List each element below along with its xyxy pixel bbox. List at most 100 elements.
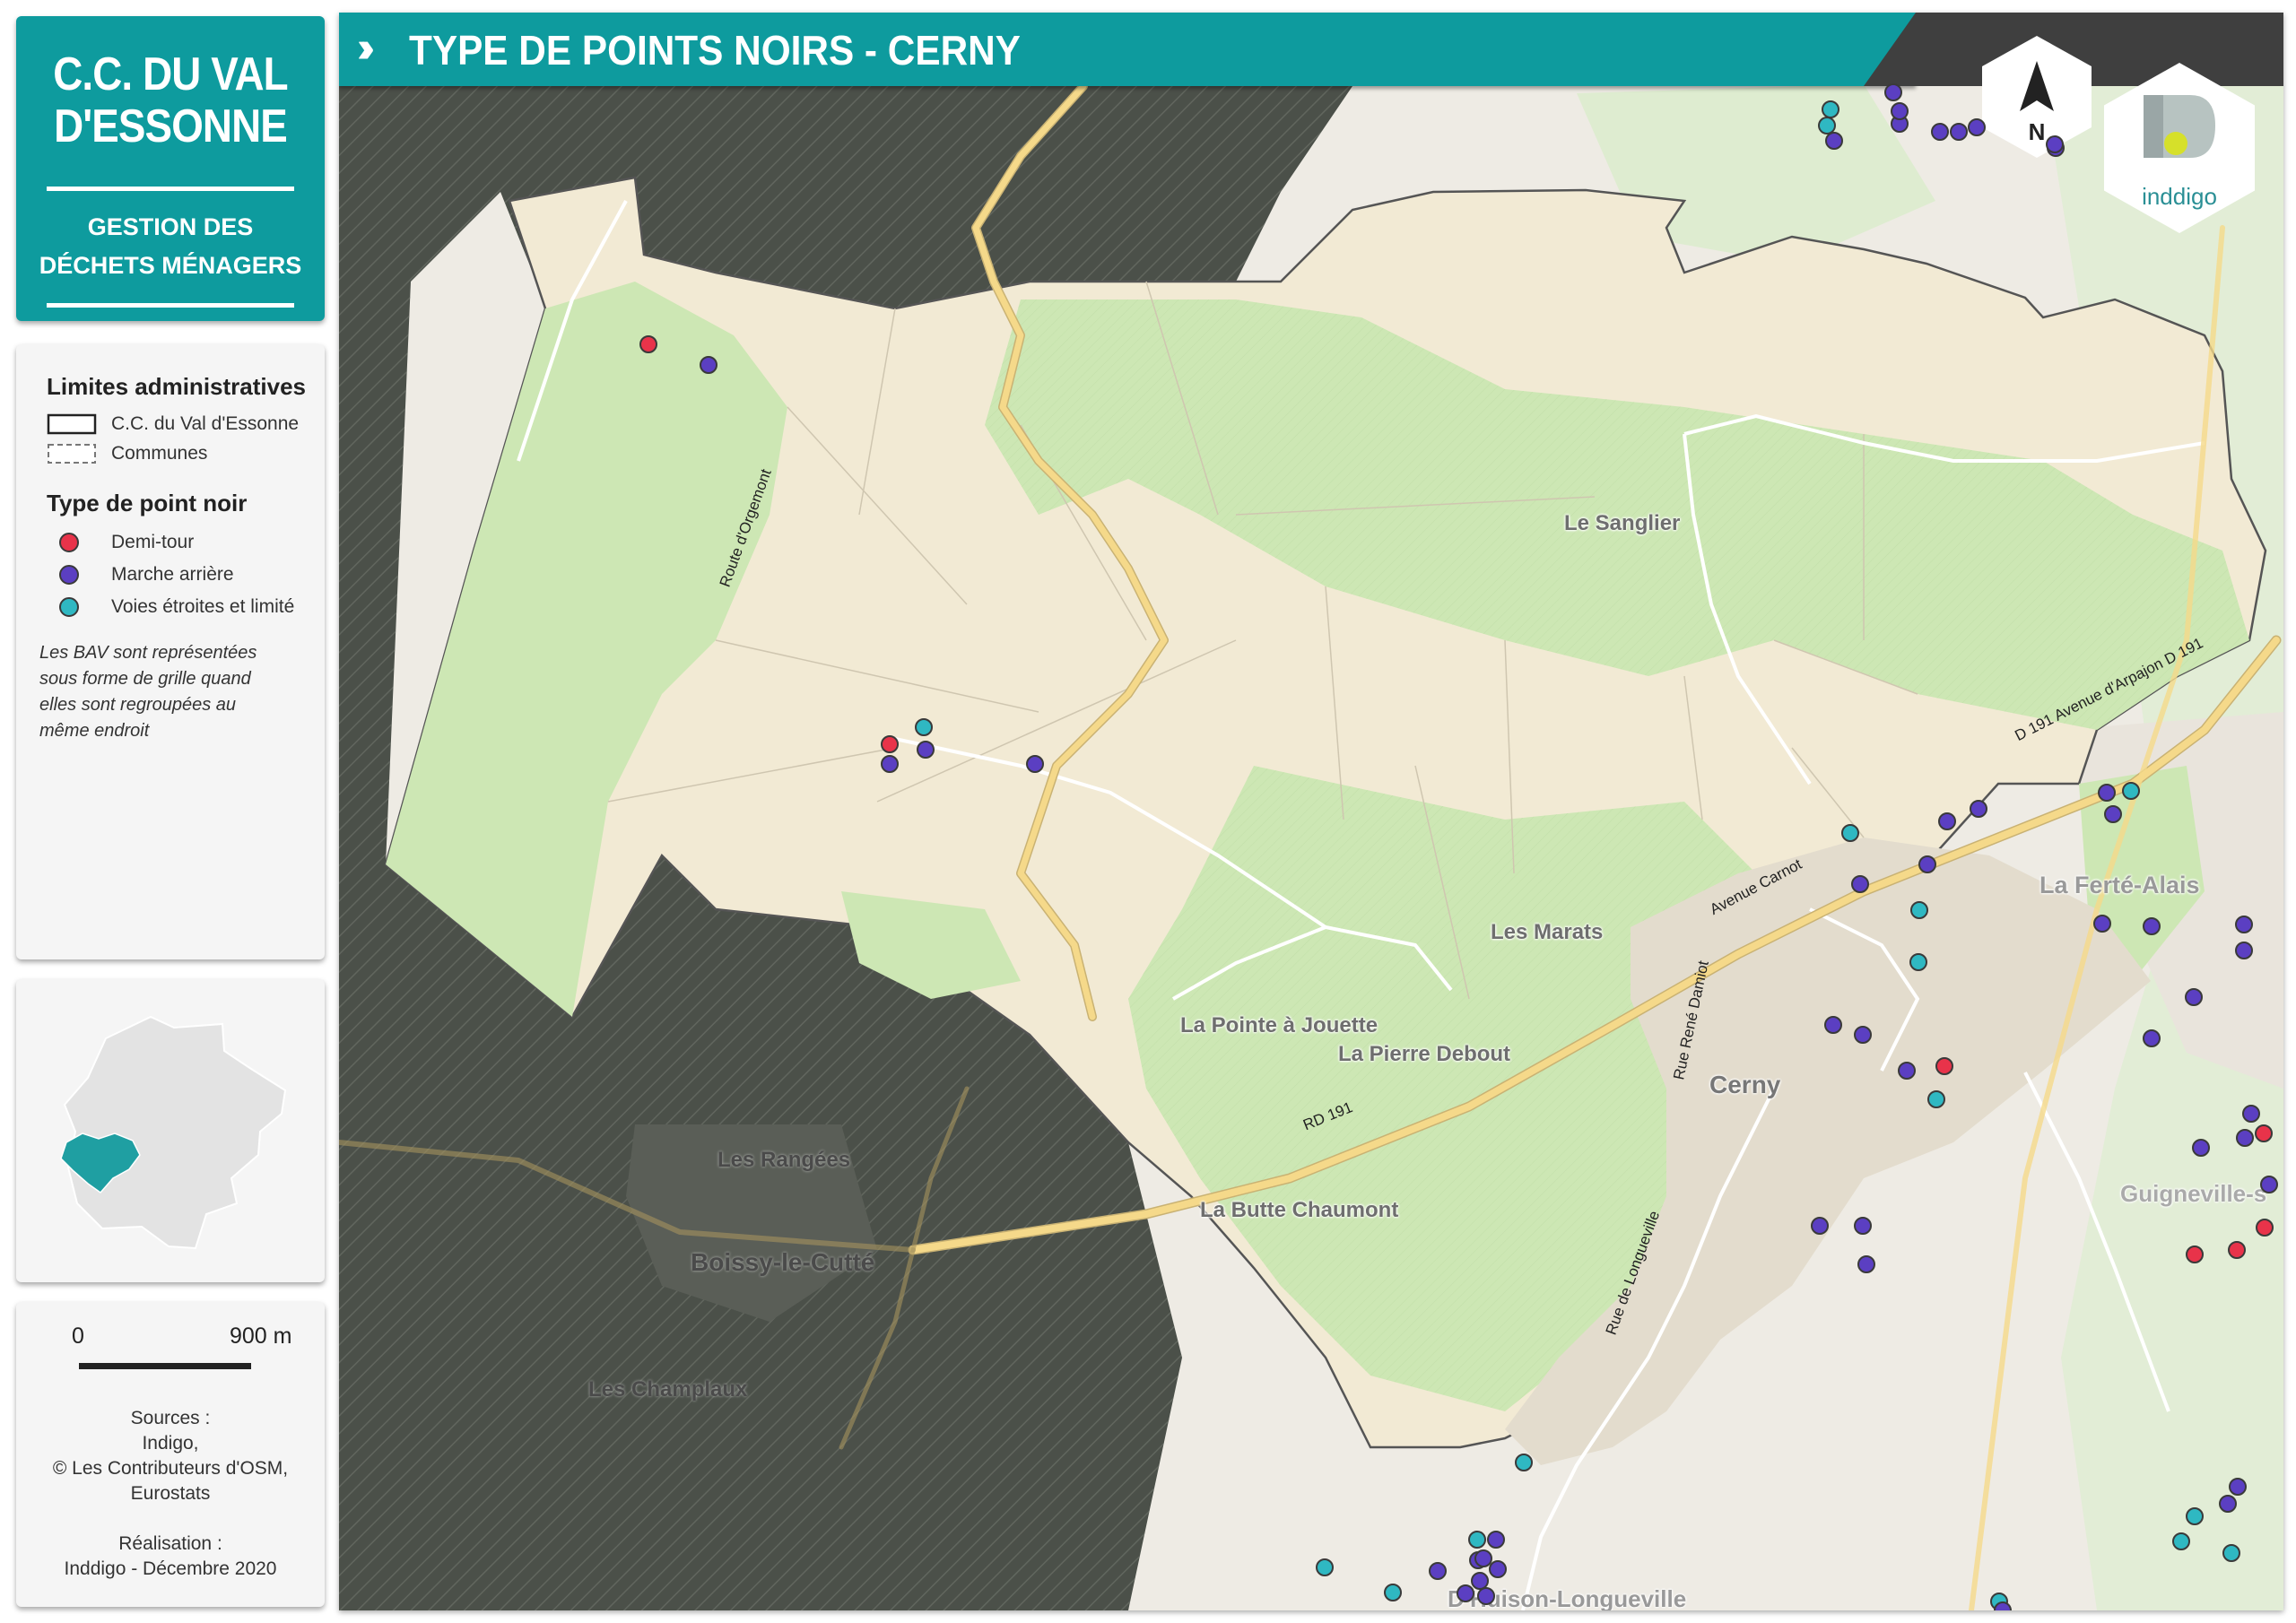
black-point-marche-arriere-marker[interactable] [1931, 123, 1949, 141]
sources-line: © Les Contributeurs d'OSM, [52, 1458, 289, 1479]
black-point-marche-arriere-marker[interactable] [2192, 1139, 2210, 1157]
black-point-marche-arriere-marker[interactable] [1489, 1560, 1507, 1578]
place-label: La Pointe à Jouette [1180, 1013, 1378, 1037]
dashed-boundary-icon [48, 444, 96, 464]
black-point-marche-arriere-marker[interactable] [1477, 1587, 1495, 1605]
black-point-voies-etroites-marker[interactable] [1316, 1558, 1334, 1576]
black-point-marche-arriere-marker[interactable] [2235, 942, 2253, 959]
black-point-voies-etroites-marker[interactable] [2122, 782, 2140, 800]
black-point-demi-tour-marker[interactable] [639, 335, 657, 353]
black-point-marche-arriere-marker[interactable] [2098, 784, 2116, 802]
black-point-marche-arriere-marker[interactable] [2229, 1478, 2247, 1496]
organisation-title-line1: C.C. DU VAL [53, 48, 288, 100]
black-point-marche-arriere-marker[interactable] [1854, 1026, 1872, 1044]
black-point-voies-etroites-marker[interactable] [915, 718, 933, 736]
north-label: N [2029, 118, 2046, 145]
black-point-marche-arriere-marker[interactable] [2260, 1176, 2278, 1193]
black-point-marche-arriere-marker[interactable] [2143, 1029, 2161, 1047]
black-point-demi-tour-marker[interactable] [2255, 1124, 2273, 1142]
black-point-marche-arriere-marker[interactable] [2143, 917, 2161, 935]
black-point-marche-arriere-marker[interactable] [1884, 83, 1902, 101]
sources-line: Indigo, [142, 1433, 199, 1454]
black-point-voies-etroites-marker[interactable] [1515, 1454, 1533, 1471]
black-point-marche-arriere-marker[interactable] [1851, 875, 1869, 893]
sources-line: Eurostats [130, 1483, 211, 1504]
black-point-marche-arriere-marker[interactable] [1938, 812, 1956, 830]
place-label: Boissy-le-Cutté [691, 1248, 875, 1276]
black-point-marche-arriere-marker[interactable] [1857, 1255, 1875, 1273]
black-point-demi-tour-marker[interactable] [2186, 1245, 2204, 1263]
map-background [339, 13, 2283, 1610]
map-title: TYPE DE POINTS NOIRS - CERNY [409, 27, 1021, 74]
overview-map-panel [16, 979, 325, 1282]
black-point-marche-arriere-marker[interactable] [2093, 915, 2111, 933]
sources-title: Sources : [130, 1408, 211, 1428]
purple-dot-icon [59, 565, 79, 585]
legend-label: C.C. du Val d'Essonne [111, 413, 300, 434]
place-label: Les Marats [1491, 920, 1604, 944]
black-point-marche-arriere-marker[interactable] [917, 741, 935, 759]
overview-territory-shape [63, 1015, 287, 1250]
legend-label: Voies étroites et limité [111, 596, 295, 617]
legend-note: Les BAV sont représentées sous forme de … [39, 643, 257, 741]
black-point-marche-arriere-marker[interactable] [2104, 805, 2122, 823]
place-label: La Pierre Debout [1338, 1042, 1511, 1066]
black-point-voies-etroites-marker[interactable] [2222, 1544, 2240, 1562]
black-point-demi-tour-marker[interactable] [2256, 1219, 2274, 1237]
black-point-marche-arriere-marker[interactable] [1487, 1531, 1505, 1549]
black-point-marche-arriere-marker[interactable] [700, 356, 718, 374]
black-point-marche-arriere-marker[interactable] [2185, 988, 2203, 1006]
place-label: Cerny [1709, 1071, 1781, 1098]
black-point-marche-arriere-marker[interactable] [1968, 118, 1986, 136]
scale-and-credits-panel: 0 900 m Sources : Indigo, © Les Contribu… [16, 1302, 325, 1607]
black-point-marche-arriere-marker[interactable] [881, 755, 899, 773]
black-point-marche-arriere-marker[interactable] [1891, 102, 1909, 120]
black-point-voies-etroites-marker[interactable] [1841, 824, 1859, 842]
place-label: Les Champlaux [588, 1377, 748, 1402]
teal-dot-icon [59, 597, 79, 617]
legend-panel: Limites administratives C.C. du Val d'Es… [16, 344, 325, 959]
solid-boundary-icon [47, 413, 97, 435]
black-point-demi-tour-marker[interactable] [881, 735, 899, 753]
black-point-demi-tour-marker[interactable] [2228, 1241, 2246, 1259]
black-point-voies-etroites-marker[interactable] [1927, 1090, 1945, 1108]
black-point-marche-arriere-marker[interactable] [2235, 916, 2253, 933]
place-label: Guigneville-s [2120, 1180, 2267, 1207]
black-point-marche-arriere-marker[interactable] [1457, 1584, 1474, 1602]
black-point-marche-arriere-marker[interactable] [2046, 135, 2064, 153]
black-point-voies-etroites-marker[interactable] [2172, 1532, 2190, 1550]
black-point-marche-arriere-marker[interactable] [2242, 1105, 2260, 1123]
black-point-marche-arriere-marker[interactable] [1950, 123, 1968, 141]
red-dot-icon [59, 533, 79, 552]
black-point-marche-arriere-marker[interactable] [1854, 1217, 1872, 1235]
logo-text: inddigo [2142, 183, 2217, 210]
black-point-marche-arriere-marker[interactable] [1898, 1062, 1916, 1080]
organisation-subtitle: GESTION DES DÉCHETS MÉNAGERS [16, 208, 325, 285]
black-point-voies-etroites-marker[interactable] [2186, 1507, 2204, 1525]
black-point-voies-etroites-marker[interactable] [1822, 100, 1839, 118]
black-point-marche-arriere-marker[interactable] [1429, 1562, 1447, 1580]
black-point-marche-arriere-marker[interactable] [1026, 755, 1044, 773]
divider [47, 187, 294, 191]
black-point-marche-arriere-marker[interactable] [1970, 800, 1987, 818]
black-point-marche-arriere-marker[interactable] [1825, 132, 1843, 150]
map-canvas[interactable]: ›› TYPE DE POINTS NOIRS - CERNY N inddig… [339, 13, 2283, 1610]
divider [47, 303, 294, 308]
black-point-marche-arriere-marker[interactable] [2236, 1129, 2254, 1147]
black-point-voies-etroites-marker[interactable] [1468, 1531, 1486, 1549]
black-point-voies-etroites-marker[interactable] [1910, 901, 1928, 919]
scale-start-label: 0 [72, 1324, 84, 1349]
black-point-marche-arriere-marker[interactable] [1824, 1016, 1842, 1034]
black-point-marche-arriere-marker[interactable] [1811, 1217, 1829, 1235]
legend-points-heading: Type de point noir [47, 490, 248, 516]
realisation-title: Réalisation : [118, 1533, 222, 1554]
black-point-voies-etroites-marker[interactable] [1384, 1584, 1402, 1601]
black-point-demi-tour-marker[interactable] [1935, 1057, 1953, 1075]
black-point-marche-arriere-marker[interactable] [1918, 855, 1936, 873]
black-point-marche-arriere-marker[interactable] [2219, 1495, 2237, 1513]
scale-end-label: 900 m [230, 1324, 292, 1349]
place-label: Les Rangées [718, 1148, 851, 1172]
place-label: La Ferté-Alais [2039, 872, 2200, 898]
black-point-voies-etroites-marker[interactable] [1909, 953, 1927, 971]
subtitle-line1: GESTION DES [87, 213, 254, 240]
